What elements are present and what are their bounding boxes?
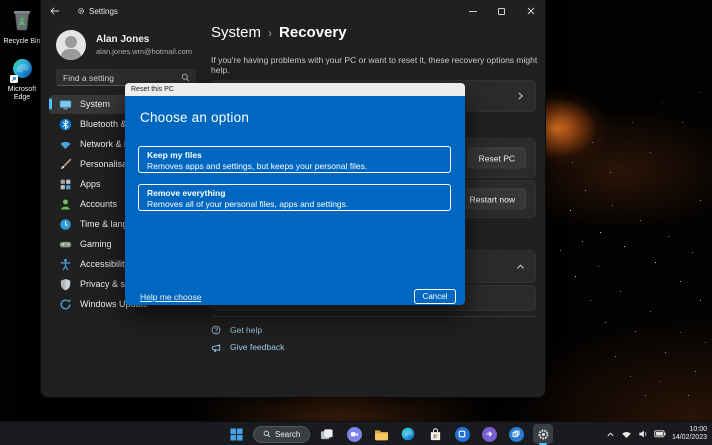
paintbrush-icon: [59, 158, 72, 171]
desktop-icon-recycle-bin[interactable]: Recycle Bin: [0, 7, 44, 46]
dialog-title: Reset this PC: [131, 86, 174, 93]
dialog-body: Choose an option Keep my files Removes a…: [125, 96, 465, 305]
bluetooth-icon: [59, 118, 72, 131]
back-button[interactable]: [41, 0, 69, 22]
dialog-titlebar: Reset this PC: [125, 83, 465, 96]
settings-app-button[interactable]: [533, 424, 553, 444]
folder-icon: [374, 428, 389, 441]
volume-tray-icon[interactable]: [638, 429, 648, 439]
taskbar-search-label: Search: [275, 430, 300, 439]
edge-button[interactable]: [398, 424, 418, 444]
task-view-button[interactable]: [317, 424, 337, 444]
selection-pill: [49, 99, 52, 110]
page-title: Recovery: [279, 24, 347, 41]
window-titlebar: Settings: [41, 0, 545, 22]
desktop-icon-label: Recycle Bin: [0, 38, 44, 46]
wifi-icon: [59, 138, 72, 151]
breadcrumb: System › Recovery: [211, 24, 347, 41]
accessibility-person-icon: [59, 258, 72, 271]
sidebar-item-label: Accounts: [80, 199, 117, 209]
wifi-tray-icon[interactable]: [621, 430, 632, 439]
avatar[interactable]: [56, 30, 86, 60]
taskbar-search[interactable]: Search: [253, 426, 310, 443]
taskbar: Search: [0, 421, 712, 445]
windows-logo-icon: [230, 428, 243, 441]
user-email: alan.jones.wm@hotmail.com: [96, 47, 192, 56]
settings-gear-icon: [77, 7, 85, 15]
breadcrumb-root[interactable]: System: [211, 24, 261, 41]
battery-tray-icon[interactable]: [654, 430, 666, 438]
task-view-icon: [320, 428, 334, 441]
reset-pc-button[interactable]: Reset PC: [468, 148, 526, 169]
clock-icon: [59, 218, 72, 231]
recycle-bin-icon: [11, 18, 33, 35]
minimize-button[interactable]: [458, 0, 487, 22]
chat-icon: [347, 427, 362, 442]
sidebar-item-label: System: [80, 99, 110, 109]
close-button[interactable]: [516, 0, 545, 22]
option-description: Removes apps and settings, but keeps you…: [147, 161, 442, 171]
edge-icon: [12, 58, 33, 84]
tray-chevron-up-icon[interactable]: [606, 430, 615, 439]
monitor-icon: [59, 98, 72, 111]
shield-icon: [59, 278, 72, 291]
sidebar-item-label: Apps: [80, 179, 101, 189]
gear-icon: [537, 428, 550, 441]
update-arrows-icon: [59, 298, 72, 311]
option-description: Removes all of your personal files, apps…: [147, 199, 442, 209]
cancel-button[interactable]: Cancel: [414, 289, 456, 304]
search-icon: [263, 430, 271, 438]
tray-clock[interactable]: 10:00 14/02/2023: [672, 426, 707, 442]
screen: Recycle Bin Microsoft Edge: [0, 0, 712, 445]
window-title: Settings: [89, 7, 118, 16]
apps-grid-icon: [59, 178, 72, 191]
give-feedback-icon: [211, 342, 221, 352]
reset-pc-dialog: Reset this PC Choose an option Keep my f…: [125, 83, 465, 305]
give-feedback-label: Give feedback: [230, 342, 284, 352]
file-explorer-button[interactable]: [371, 424, 391, 444]
chevron-right-icon: [516, 92, 525, 101]
teams-chat-button[interactable]: [344, 424, 364, 444]
tray-time: 10:00: [672, 426, 707, 434]
blue-app-icon: [455, 427, 470, 442]
breadcrumb-separator: ›: [268, 26, 272, 40]
sidebar-item-label: Accessibility: [80, 259, 129, 269]
store-icon: [429, 428, 442, 441]
person-icon: [59, 198, 72, 211]
search-input[interactable]: [57, 73, 181, 83]
pinned-app-blue-button[interactable]: [452, 424, 472, 444]
user-name: Alan Jones: [96, 34, 149, 45]
help-me-choose-link[interactable]: Help me choose: [140, 292, 201, 302]
option-remove-everything[interactable]: Remove everything Removes all of your pe…: [138, 184, 451, 211]
gamepad-icon: [59, 238, 72, 251]
maximize-button[interactable]: [487, 0, 516, 22]
get-help-link[interactable]: Get help: [211, 325, 262, 335]
footer-divider: [211, 316, 536, 317]
blue-app2-icon: [509, 427, 524, 442]
option-keep-my-files[interactable]: Keep my files Removes apps and settings,…: [138, 146, 451, 173]
desktop-icon-edge[interactable]: Microsoft Edge: [0, 58, 44, 102]
tray-date: 14/02/2023: [672, 434, 707, 442]
edge-icon: [401, 427, 415, 441]
start-button[interactable]: [226, 424, 246, 444]
dialog-heading: Choose an option: [140, 110, 249, 125]
get-help-label: Get help: [230, 325, 262, 335]
page-subtitle: If you're having problems with your PC o…: [211, 55, 541, 75]
option-title: Remove everything: [147, 188, 442, 199]
option-title: Keep my files: [147, 150, 442, 161]
get-help-icon: [211, 325, 221, 335]
search-icon: [181, 73, 190, 82]
pinned-app-blue2-button[interactable]: [506, 424, 526, 444]
sidebar-item-label: Gaming: [80, 239, 112, 249]
wallpaper-stars: [0, 0, 1, 1]
chevron-up-icon: [516, 262, 525, 271]
purple-app-icon: [482, 427, 497, 442]
microsoft-store-button[interactable]: [425, 424, 445, 444]
pinned-app-purple-button[interactable]: [479, 424, 499, 444]
restart-now-button[interactable]: Restart now: [459, 189, 526, 210]
desktop-icon-label: Microsoft Edge: [0, 86, 44, 102]
give-feedback-link[interactable]: Give feedback: [211, 342, 284, 352]
